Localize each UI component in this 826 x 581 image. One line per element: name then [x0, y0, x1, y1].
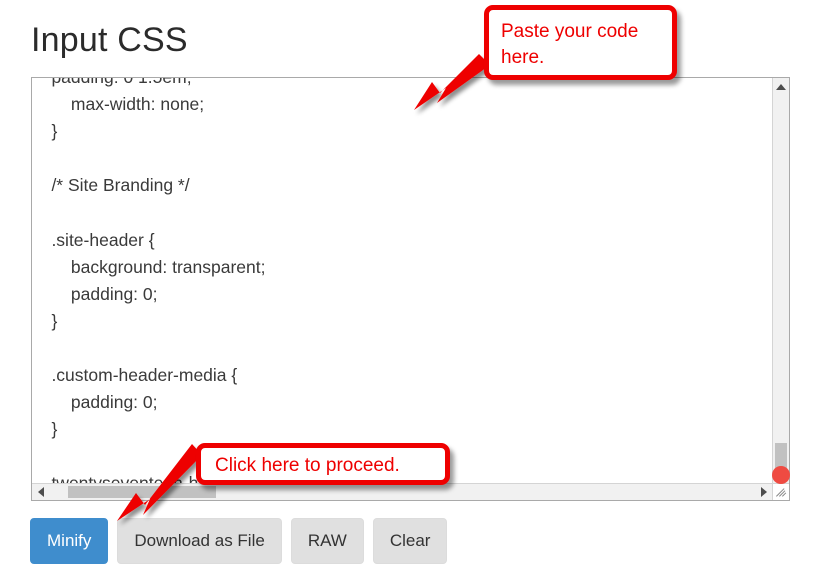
page-title: Input CSS: [31, 21, 188, 59]
css-code-content[interactable]: padding: 0 1.5em; max-width: none; } /* …: [32, 78, 407, 483]
download-as-file-button[interactable]: Download as File: [117, 518, 282, 564]
horizontal-scroll-thumb[interactable]: [68, 486, 216, 498]
mouse-cursor-indicator: [772, 466, 790, 484]
css-input-textarea[interactable]: padding: 0 1.5em; max-width: none; } /* …: [31, 77, 790, 501]
clear-button[interactable]: Clear: [372, 518, 448, 564]
action-button-row: Minify Download as File RAW Clear: [30, 518, 448, 564]
raw-button[interactable]: RAW: [290, 518, 364, 564]
vertical-scrollbar[interactable]: [772, 78, 789, 483]
callout-paste-text: Paste your code here.: [501, 21, 639, 68]
scroll-up-arrow-icon[interactable]: [773, 78, 789, 95]
callout-click-text: Click here to proceed.: [215, 455, 400, 476]
minify-button[interactable]: Minify: [30, 518, 109, 564]
resize-grip-icon[interactable]: [772, 483, 789, 500]
page-root: Input CSS padding: 0 1.5em; max-width: n…: [0, 0, 826, 581]
scroll-left-arrow-icon[interactable]: [32, 484, 49, 500]
callout-paste-your-code-here: Paste your code here.: [484, 5, 677, 80]
horizontal-scrollbar[interactable]: [32, 483, 772, 500]
callout-click-here-to-proceed: Click here to proceed.: [196, 443, 450, 485]
code-viewport[interactable]: padding: 0 1.5em; max-width: none; } /* …: [32, 78, 772, 483]
scroll-right-arrow-icon[interactable]: [755, 484, 772, 500]
